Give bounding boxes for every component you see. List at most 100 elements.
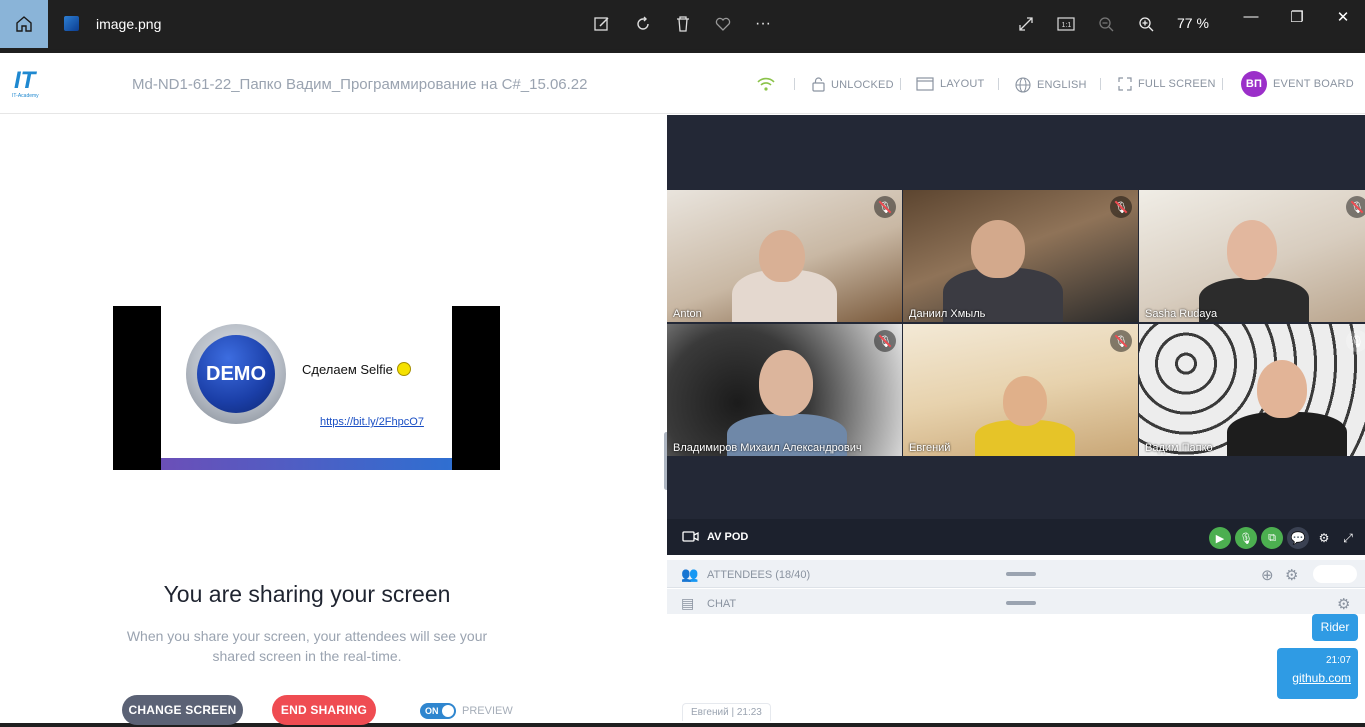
rotate-button[interactable] — [633, 14, 653, 34]
attendees-label: ATTENDEES (18/40) — [707, 569, 811, 581]
attendees-resize-handle[interactable] — [1006, 572, 1036, 576]
video-tile[interactable]: 🎙 Евгений — [903, 324, 1138, 456]
meeting-app: IT IT-Academy Md-ND1-61-22_Папко Вадим_П… — [0, 53, 1365, 725]
mic-muted-icon: 🎙 — [1346, 196, 1365, 218]
trash-icon — [677, 16, 689, 32]
screen-share-icon: ⧉ — [1268, 531, 1276, 544]
image-file-icon — [64, 16, 79, 31]
event-board-label: EVENT BOARD — [1273, 78, 1354, 90]
svg-text:1:1: 1:1 — [1062, 22, 1072, 29]
smiley-icon — [396, 362, 411, 376]
favorite-button[interactable] — [713, 14, 733, 34]
microphone-icon: 🎙 — [1239, 532, 1253, 545]
toggle-state-label: ON — [425, 706, 439, 716]
screen-share-panel: DEMO Сделаем Selfie https://bit.ly/2Fhpc… — [0, 115, 666, 725]
header-divider — [794, 78, 795, 90]
close-window-button[interactable]: ✕ — [1328, 8, 1358, 28]
header-divider — [998, 78, 999, 90]
unlocked-toggle[interactable]: UNLOCKED — [812, 77, 894, 92]
preview-label: PREVIEW — [462, 705, 513, 717]
chat-resize-handle[interactable] — [1006, 601, 1036, 605]
restore-icon: ❐ — [1290, 9, 1304, 26]
chat-pod-header[interactable]: ▤ CHAT ⚙ — [667, 589, 1365, 617]
screen-share-toggle-button[interactable]: ⧉ — [1261, 527, 1283, 549]
attendees-icon: 👥 — [681, 566, 699, 582]
slide-link: https://bit.ly/2FhpcO7 — [320, 416, 424, 428]
header-divider — [1100, 78, 1101, 90]
participant-figure — [759, 350, 813, 416]
fullscreen-button[interactable]: FULL SCREEN — [1118, 77, 1216, 91]
minimize-button[interactable]: — — [1236, 8, 1266, 28]
microphone-toggle-button[interactable]: 🎙 — [1235, 527, 1257, 549]
attendee-search-input[interactable] — [1313, 565, 1357, 583]
pop-out-icon: ⤢ — [1343, 530, 1353, 545]
camera-icon — [682, 531, 699, 542]
more-dots-icon: ··· — [755, 15, 771, 32]
message-sender-meta: Евгений | 21:23 — [682, 703, 771, 721]
file-name: image.png — [96, 16, 162, 32]
fullscreen-label: FULL SCREEN — [1138, 78, 1216, 90]
participant-figure — [1227, 412, 1347, 456]
zoom-in-button[interactable] — [1136, 14, 1156, 34]
globe-icon — [1015, 77, 1031, 93]
edit-image-icon — [594, 17, 609, 31]
mic-muted-icon: 🎙 — [874, 330, 896, 352]
video-tile[interactable]: 🎙 Anton — [667, 190, 902, 322]
participant-figure — [1227, 220, 1277, 280]
slide-footer-bar — [161, 458, 452, 470]
video-camera-icon: ▶ — [1215, 532, 1225, 545]
more-options-button[interactable]: ··· — [753, 14, 773, 34]
add-attendee-icon[interactable]: ⊕ — [1261, 566, 1274, 584]
heart-icon — [715, 17, 731, 31]
zoom-out-button[interactable] — [1096, 14, 1116, 34]
gear-icon[interactable]: ⚙ — [1337, 595, 1350, 613]
chat-label: CHAT — [707, 598, 737, 610]
gear-icon[interactable]: ⚙ — [1285, 566, 1298, 584]
delete-button[interactable] — [673, 14, 693, 34]
video-tile[interactable]: 🎙 Владимиров Михаил Александрович — [667, 324, 902, 456]
camera-toggle-button[interactable]: ▶ — [1209, 527, 1231, 549]
chat-icon: ▤ — [681, 595, 695, 611]
av-pod-toolbar: AV POD ▶ 🎙 ⧉ 💬 ⚙ ⤢ — [667, 519, 1365, 555]
video-tile[interactable]: 🎙 Вадим Папко — [1139, 324, 1365, 456]
zoom-out-icon — [1099, 17, 1114, 32]
photos-viewer-titlebar: image.png ··· 1:1 77 % — ❐ ✕ — [0, 0, 1365, 49]
message-time: 21:07 — [1325, 655, 1351, 666]
message-link[interactable]: github.com — [1292, 671, 1351, 685]
layout-label: LAYOUT — [940, 78, 985, 90]
expand-button[interactable] — [1016, 14, 1036, 34]
mic-active-icon: 🎙 — [1346, 330, 1365, 352]
home-button[interactable] — [0, 0, 48, 48]
participant-figure — [1257, 360, 1307, 418]
it-academy-logo: IT IT-Academy — [12, 67, 39, 99]
edit-image-button[interactable] — [592, 14, 612, 34]
participant-name: Вадим Папко — [1145, 442, 1213, 454]
actual-size-button[interactable]: 1:1 — [1056, 14, 1076, 34]
home-icon — [16, 16, 32, 32]
video-tile[interactable]: 🎙 Даниил Хмыль — [903, 190, 1138, 322]
attendees-pod-header[interactable]: 👥 ATTENDEES (18/40) ⊕ ⚙ — [667, 560, 1365, 588]
change-screen-button[interactable]: CHANGE SCREEN — [122, 695, 243, 725]
chat-bubble-button[interactable]: 💬 — [1287, 527, 1309, 549]
participant-figure — [759, 230, 805, 282]
share-status-description: When you share your screen, your attende… — [126, 628, 488, 664]
pop-out-button[interactable]: ⤢ — [1337, 527, 1359, 549]
zoom-in-icon — [1139, 17, 1154, 32]
participant-figure — [971, 220, 1025, 278]
language-menu[interactable]: ENGLISH — [1015, 77, 1087, 93]
end-sharing-button[interactable]: END SHARING — [272, 695, 376, 725]
header-divider — [1222, 78, 1223, 90]
language-label: ENGLISH — [1037, 79, 1087, 91]
av-settings-button[interactable]: ⚙ — [1313, 527, 1335, 549]
event-board-button[interactable]: ВП EVENT BOARD — [1241, 71, 1354, 97]
chat-messages: Rider 21:07 github.com Евгений | 21:23 — [667, 614, 1365, 723]
layout-menu[interactable]: LAYOUT — [916, 77, 984, 91]
meeting-title: Md-ND1-61-22_Папко Вадим_Программировани… — [132, 76, 588, 93]
layout-icon — [916, 77, 934, 91]
video-tile[interactable]: 🎙 Sasha Rudaya — [1139, 190, 1365, 322]
expand-icon — [1019, 17, 1033, 31]
preview-toggle[interactable]: ON — [420, 703, 456, 719]
close-icon: ✕ — [1336, 9, 1350, 26]
presentation-slide: DEMO Сделаем Selfie https://bit.ly/2Fhpc… — [161, 306, 452, 470]
maximize-button[interactable]: ❐ — [1282, 8, 1312, 28]
